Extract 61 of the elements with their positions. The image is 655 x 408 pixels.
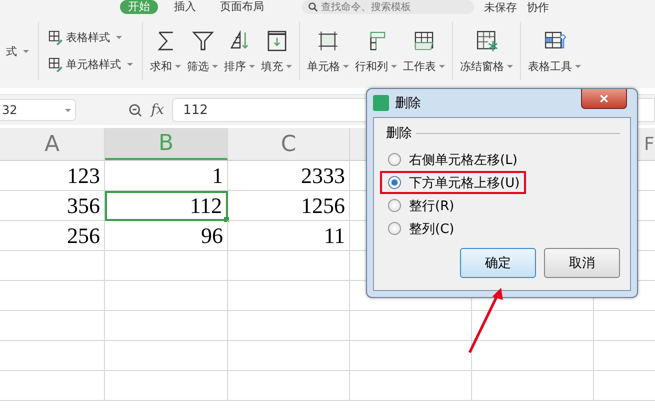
ribbon-button[interactable]: 冻结窗格 bbox=[458, 18, 515, 84]
menu-tab[interactable]: 插入 bbox=[166, 0, 204, 14]
option-label[interactable]: 整列(C) bbox=[409, 220, 454, 238]
radio-button[interactable] bbox=[388, 176, 401, 189]
caret-icon bbox=[391, 64, 397, 68]
column-header[interactable]: C bbox=[228, 128, 350, 160]
confirm-button[interactable]: 确定 bbox=[460, 248, 536, 278]
table-cell: 11 bbox=[228, 221, 350, 251]
cell-icon bbox=[316, 28, 340, 52]
option-label[interactable]: 整行(R) bbox=[409, 196, 454, 214]
radio-button[interactable] bbox=[388, 153, 401, 166]
table-cell: 256 bbox=[0, 221, 105, 251]
caret-icon bbox=[286, 64, 292, 68]
caret-icon bbox=[65, 108, 71, 112]
caret-icon bbox=[212, 64, 218, 68]
caret-icon bbox=[343, 64, 349, 68]
zoom-icon[interactable] bbox=[128, 102, 143, 118]
menu-tab[interactable]: 页面布局 bbox=[212, 0, 272, 14]
table-cell: 356 bbox=[0, 191, 105, 221]
caret-icon bbox=[439, 64, 445, 68]
cancel-button[interactable]: 取消 bbox=[544, 248, 620, 278]
status-link[interactable]: 未保存 bbox=[484, 0, 517, 14]
caret-icon bbox=[127, 63, 133, 66]
option-label[interactable]: 右侧单元格左移(L) bbox=[409, 150, 518, 168]
caret-icon bbox=[575, 64, 581, 68]
ribbon-button[interactable]: 表格样式 bbox=[48, 30, 133, 45]
ribbon-button[interactable]: 排序 bbox=[222, 18, 257, 84]
table-cell: 1 bbox=[105, 161, 228, 191]
ribbon-button[interactable]: 单元格样式 bbox=[48, 57, 133, 72]
table-style-icon bbox=[48, 30, 63, 45]
caret-icon bbox=[116, 36, 122, 39]
table-cell: 112 bbox=[105, 191, 228, 221]
ribbon-button[interactable]: 表格工具 bbox=[526, 18, 583, 84]
table-cell: 123 bbox=[0, 161, 105, 191]
status-link[interactable]: 协作 bbox=[527, 0, 549, 14]
group-label: 删除 bbox=[386, 125, 412, 142]
function-label[interactable]: fx bbox=[151, 102, 164, 118]
radio-button[interactable] bbox=[388, 222, 401, 235]
ribbon-button[interactable]: 行和列 bbox=[353, 18, 399, 84]
name-box[interactable]: 32 bbox=[0, 99, 76, 121]
caret-icon bbox=[249, 64, 255, 68]
app-logo-icon bbox=[373, 95, 389, 111]
table-cell: 1256 bbox=[228, 191, 350, 221]
caret-icon bbox=[507, 64, 513, 68]
freeze-panes-icon bbox=[474, 28, 498, 52]
table-cell: 2333 bbox=[228, 161, 350, 191]
ribbon-button[interactable]: 求和 bbox=[148, 18, 183, 84]
ribbon-button[interactable]: 单元格 bbox=[305, 18, 351, 84]
search-icon bbox=[308, 2, 318, 12]
dialog-title: 删除 bbox=[395, 95, 421, 112]
ribbon-button[interactable]: 式 bbox=[6, 44, 29, 58]
ribbon-button[interactable]: 工作表 bbox=[401, 18, 447, 84]
ribbon-button[interactable]: 筛选 bbox=[185, 18, 220, 84]
table-cell: 96 bbox=[105, 221, 228, 251]
option-label[interactable]: 下方单元格上移(U) bbox=[409, 174, 520, 192]
caret-icon bbox=[23, 50, 29, 52]
radio-button[interactable] bbox=[388, 199, 401, 212]
ribbon-button[interactable]: 填充 bbox=[259, 18, 294, 84]
cell-style-icon bbox=[48, 57, 63, 72]
caret-icon bbox=[175, 64, 181, 68]
search-field[interactable]: 查找命令、搜索模板 bbox=[302, 0, 474, 14]
